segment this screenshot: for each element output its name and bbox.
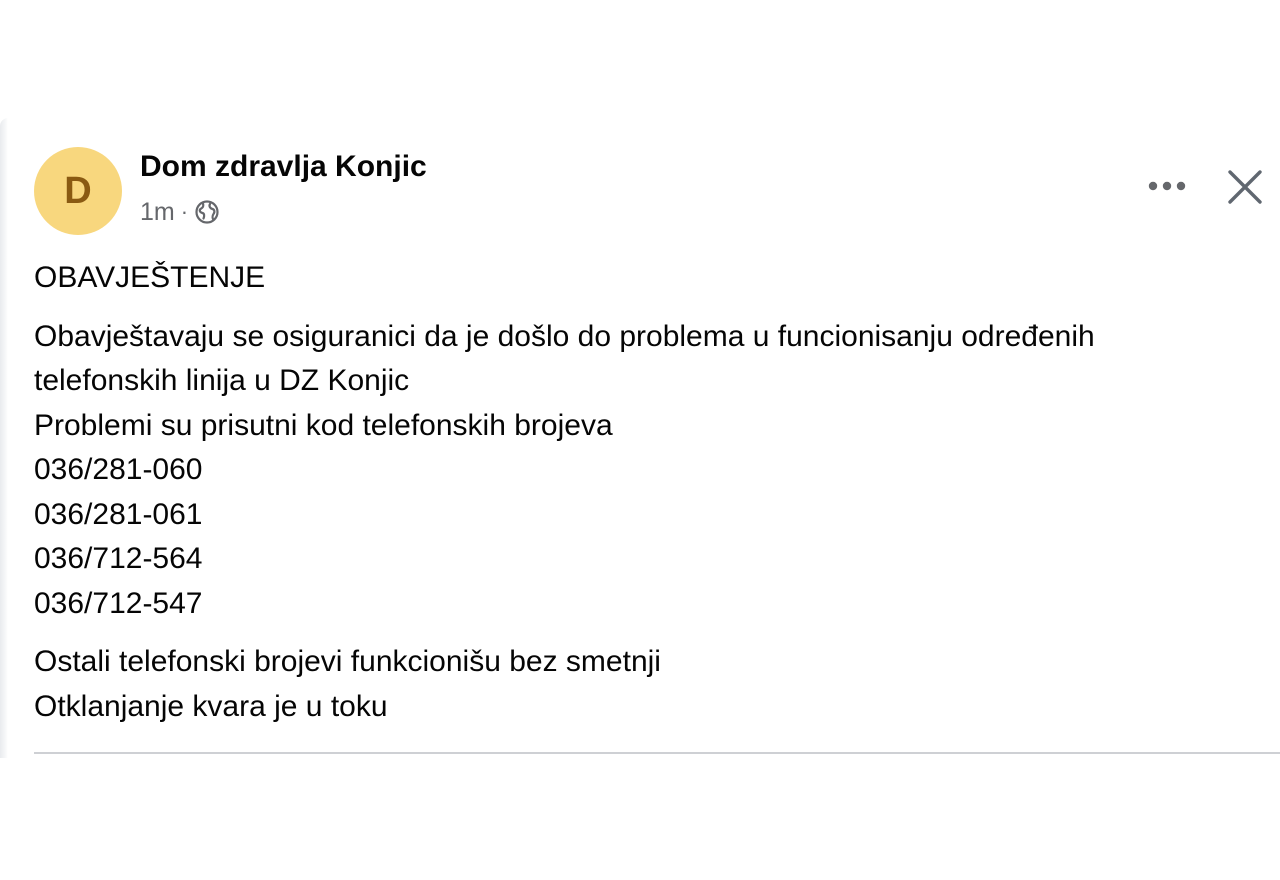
phone-number: 036/712-564 xyxy=(34,542,203,575)
close-icon xyxy=(1228,170,1262,204)
globe-icon[interactable] xyxy=(194,199,220,225)
post-text-line: Otklanjanje kvara je u toku xyxy=(34,689,388,723)
card-edge xyxy=(0,118,8,758)
avatar-initial: D xyxy=(64,169,92,212)
post-text-line: telefonskih linija u DZ Konjic xyxy=(34,364,410,397)
post-divider xyxy=(34,752,1280,754)
phone-number: 036/281-060 xyxy=(34,453,203,486)
avatar[interactable]: D xyxy=(34,147,122,235)
page: D Dom zdravlja Konjic 1m · OBAVJEŠTENJE … xyxy=(0,0,1280,880)
post-meta: 1m · xyxy=(140,196,220,228)
post-heading: OBAVJEŠTENJE xyxy=(34,261,266,294)
more-options-button[interactable] xyxy=(1144,170,1190,202)
close-button[interactable] xyxy=(1222,164,1268,210)
post-text-line: Ostali telefonski brojevi funkcionišu be… xyxy=(34,645,661,678)
phone-number: 036/281-061 xyxy=(34,497,203,531)
post-text-line: Problemi su prisutni kod telefonskih bro… xyxy=(34,408,613,442)
phone-number: 036/712-547 xyxy=(34,586,203,620)
author-name[interactable]: Dom zdravlja Konjic xyxy=(140,150,427,184)
meta-separator: · xyxy=(180,199,189,224)
post-text-line: Obavještavaju se osiguranici da je došlo… xyxy=(34,319,1095,353)
more-horizontal-icon xyxy=(1148,181,1186,191)
post-timestamp[interactable]: 1m xyxy=(140,198,175,227)
post-body: OBAVJEŠTENJE Obavještavaju se osiguranic… xyxy=(34,256,1264,729)
